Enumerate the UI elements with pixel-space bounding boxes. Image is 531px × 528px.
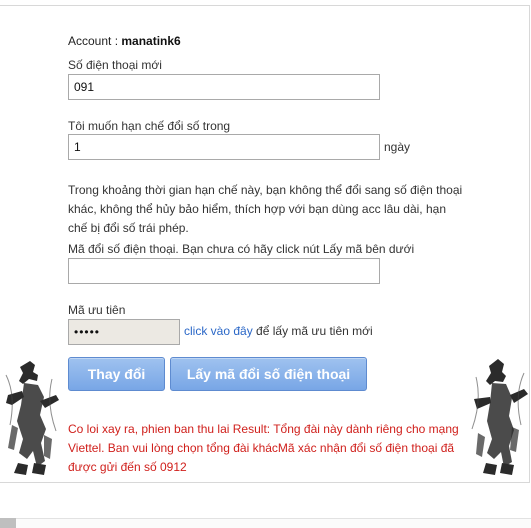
change-button[interactable]: Thay đổi — [68, 357, 165, 391]
right-warrior-figure — [471, 359, 528, 475]
restriction-note: Trong khoảng thời gian hạn chế này, bạn … — [68, 183, 463, 235]
account-label: Account : — [68, 34, 119, 48]
bottom-bar — [0, 518, 531, 528]
limit-days-input[interactable]: 1 — [68, 134, 380, 160]
phone-input[interactable]: 091 — [68, 74, 380, 100]
form-panel: Account : manatink6 Số điện thoại mới 09… — [0, 5, 530, 483]
phone-label: Số điện thoại mới — [68, 58, 162, 72]
priority-label: Mã ưu tiên — [68, 303, 126, 317]
error-message: Co loi xay ra, phien ban thu lai Result:… — [64, 404, 463, 474]
code-label: Mã đổi số điện thoại. Bạn chưa có hãy cl… — [68, 242, 415, 256]
code-input[interactable] — [68, 258, 380, 284]
get-priority-link[interactable]: click vào đây — [184, 324, 253, 338]
limit-label: Tôi muốn hạn chế đổi số trong — [68, 119, 231, 133]
get-code-button[interactable]: Lấy mã đổi số điện thoại — [170, 357, 367, 391]
left-warrior-figure — [5, 361, 59, 475]
account-username: manatink6 — [121, 34, 181, 48]
priority-hint-suffix: để lấy mã ưu tiên mới — [256, 324, 373, 338]
priority-hint: click vào đây để lấy mã ưu tiên mới — [184, 324, 373, 338]
priority-input[interactable]: ••••• — [68, 319, 180, 345]
account-line: Account : manatink6 — [68, 34, 181, 48]
bottom-corner-block — [0, 518, 16, 528]
limit-unit: ngày — [384, 140, 411, 154]
